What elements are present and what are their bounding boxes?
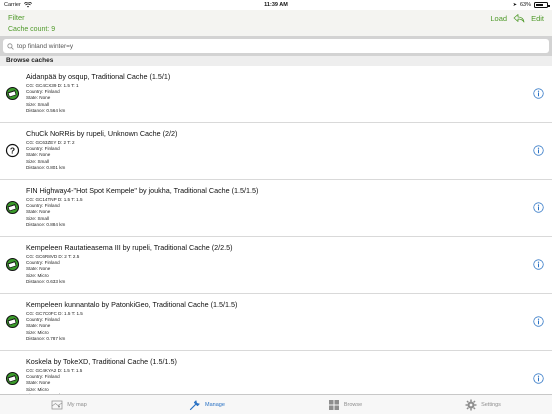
tab-settings[interactable]: Settings bbox=[414, 395, 552, 414]
status-right: ➤ 63% bbox=[512, 2, 550, 8]
traditional-cache-icon bbox=[5, 200, 20, 215]
cache-title: ChuCk NoRRis by rupeli, Unknown Cache (2… bbox=[26, 129, 178, 138]
info-icon[interactable] bbox=[533, 202, 544, 213]
tab-label: Browse bbox=[343, 401, 363, 408]
reply-arrow-icon[interactable] bbox=[513, 13, 525, 23]
tab-label: Settings bbox=[481, 401, 501, 408]
cache-details: CG: GC63ZEY D: 2 T: 2 Country: Finland Sta… bbox=[26, 140, 75, 171]
tab-label: Manage bbox=[205, 401, 225, 408]
cache-title: Kempeleen kunnantalo by PatonkiGeo, Trad… bbox=[26, 300, 238, 309]
cache-detail-line: Distance: 0.801 km bbox=[26, 164, 66, 170]
cache-details: CG: GC4CX39 D: 1.5 T: 1 Country: Finland S… bbox=[26, 83, 79, 114]
cache-detail-line: Distance: 0.884 km bbox=[26, 221, 66, 227]
load-button[interactable]: Load bbox=[490, 14, 507, 23]
cache-row[interactable]: Koskela by TokeXD, Traditional Cache (1.… bbox=[0, 351, 552, 394]
cache-details: CG: GC14TNP D: 1.5 T: 1.5 Country: Finlan… bbox=[26, 197, 83, 228]
cache-row[interactable]: FIN Highway4-"Hot Spot Kempele" by joukh… bbox=[0, 180, 552, 237]
grid-icon bbox=[328, 399, 339, 410]
wifi-icon bbox=[23, 2, 32, 8]
cache-title: Kempeleen Rautatieasema III by rupeli, T… bbox=[26, 243, 233, 252]
carrier-label: Carrier bbox=[4, 2, 21, 8]
cache-row[interactable]: Kempeleen Rautatieasema III by rupeli, T… bbox=[0, 237, 552, 294]
cache-row[interactable]: ? ChuCk NoRRis by rupeli, Unknown Cache (… bbox=[0, 123, 552, 180]
tab-my-map[interactable]: My map bbox=[0, 395, 138, 414]
search-field[interactable] bbox=[3, 39, 549, 53]
battery-icon bbox=[534, 2, 550, 8]
search-bar bbox=[0, 36, 552, 56]
cache-detail-line: Distance: 0.633 km bbox=[26, 278, 66, 284]
search-icon bbox=[7, 42, 14, 50]
status-time: 11:39 AM bbox=[264, 2, 288, 8]
battery-percent: 63% bbox=[519, 2, 531, 8]
cache-title: Koskela by TokeXD, Traditional Cache (1.… bbox=[26, 357, 177, 366]
gear-icon bbox=[465, 399, 477, 410]
tab-label: My map bbox=[67, 401, 87, 408]
search-input[interactable] bbox=[17, 42, 517, 50]
cache-details: CG: GC7C0FC D: 1.5 T: 1.5 Country: Finlan… bbox=[26, 311, 83, 342]
cache-detail-line: Distance: 0.564 km bbox=[26, 107, 66, 113]
location-icon: ➤ bbox=[512, 2, 517, 8]
cache-details: CG: GC6R8VD D: 2 T: 2.5 Country: Finland S… bbox=[26, 254, 79, 285]
info-icon[interactable] bbox=[533, 145, 544, 156]
map-icon bbox=[51, 400, 63, 409]
cache-title: Aidanpää by osqup, Traditional Cache (1.… bbox=[26, 72, 171, 81]
nav-actions: Load Edit bbox=[490, 13, 544, 23]
tab-manage[interactable]: Manage bbox=[138, 395, 276, 414]
traditional-cache-icon bbox=[5, 371, 20, 386]
traditional-cache-icon bbox=[5, 86, 20, 101]
tab-bar: My map Manage Browse Settings bbox=[0, 394, 552, 414]
wrench-icon bbox=[189, 399, 200, 410]
cache-row[interactable]: Kempeleen kunnantalo by PatonkiGeo, Trad… bbox=[0, 294, 552, 351]
cache-list[interactable]: Aidanpää by osqup, Traditional Cache (1.… bbox=[0, 66, 552, 394]
traditional-cache-icon bbox=[5, 257, 20, 272]
info-icon[interactable] bbox=[533, 373, 544, 384]
cache-details: CG: GC4KYA2 D: 1.5 T: 1.5 Country: Finlan… bbox=[26, 368, 82, 394]
cache-count-label: Cache count: 9 bbox=[8, 26, 56, 33]
svg-text:?: ? bbox=[10, 146, 15, 156]
unknown-cache-icon: ? bbox=[5, 143, 20, 158]
cache-detail-line: Distance: 0.787 km bbox=[26, 335, 66, 341]
filter-button[interactable]: Filter bbox=[8, 13, 25, 22]
status-bar: Carrier 11:39 AM ➤ 63% bbox=[0, 0, 552, 10]
status-left: Carrier bbox=[4, 2, 32, 8]
edit-button[interactable]: Edit bbox=[531, 14, 544, 23]
cache-title: FIN Highway4-"Hot Spot Kempele" by joukh… bbox=[26, 186, 259, 195]
cache-row[interactable]: Aidanpää by osqup, Traditional Cache (1.… bbox=[0, 66, 552, 123]
info-icon[interactable] bbox=[533, 259, 544, 270]
section-header: Browse caches bbox=[0, 56, 552, 66]
info-icon[interactable] bbox=[533, 88, 544, 99]
info-icon[interactable] bbox=[533, 316, 544, 327]
tab-browse[interactable]: Browse bbox=[276, 395, 414, 414]
traditional-cache-icon bbox=[5, 314, 20, 329]
navigation-bar: Filter Cache count: 9 Load Edit bbox=[0, 10, 552, 36]
